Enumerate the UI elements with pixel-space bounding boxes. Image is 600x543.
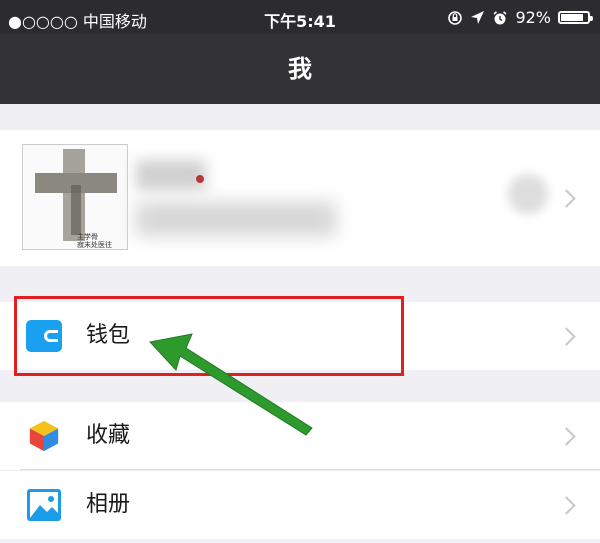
menu-item-album[interactable]: 相册 [0,471,600,539]
battery-icon [558,11,593,24]
chevron-right-icon [557,189,576,208]
avatar-caption: 主学骨 寂末处医往 [77,233,112,249]
page-title: 我 [288,55,312,83]
avatar-caption-line2: 寂末处医往 [77,241,112,249]
battery-fill [561,14,583,21]
profile-card[interactable]: 主学骨 寂末处医往 [0,130,600,266]
blurred-nickname [136,160,206,190]
blurred-qr-code [508,174,548,214]
annotation-highlight-box [14,296,404,376]
menu-item-album-label: 相册 [86,492,131,517]
status-bar: ●○○○○ 中国移动 下午5:41 92% [0,0,600,34]
location-arrow-icon [471,11,485,24]
blurred-account-id [136,202,336,236]
orientation-lock-icon [448,10,463,25]
cube-icon [29,420,59,452]
alarm-icon [493,10,507,24]
blurred-emoji [196,175,204,183]
menu-item-favorites[interactable]: 收藏 [0,402,600,470]
chevron-right-icon [557,427,576,446]
chevron-right-icon [557,327,576,346]
menu-item-favorites-label: 收藏 [86,423,131,448]
status-indicators: 92% [447,8,593,27]
nav-bar: 我 [0,34,600,104]
row-divider [20,469,600,470]
chevron-right-icon [557,496,576,515]
battery-percent: 92% [515,8,551,27]
avatar-cross-shadow [71,185,81,235]
photo-icon [27,489,61,521]
avatar[interactable]: 主学骨 寂末处医往 [22,144,128,250]
avatar-caption-line1: 主学骨 [77,233,98,241]
